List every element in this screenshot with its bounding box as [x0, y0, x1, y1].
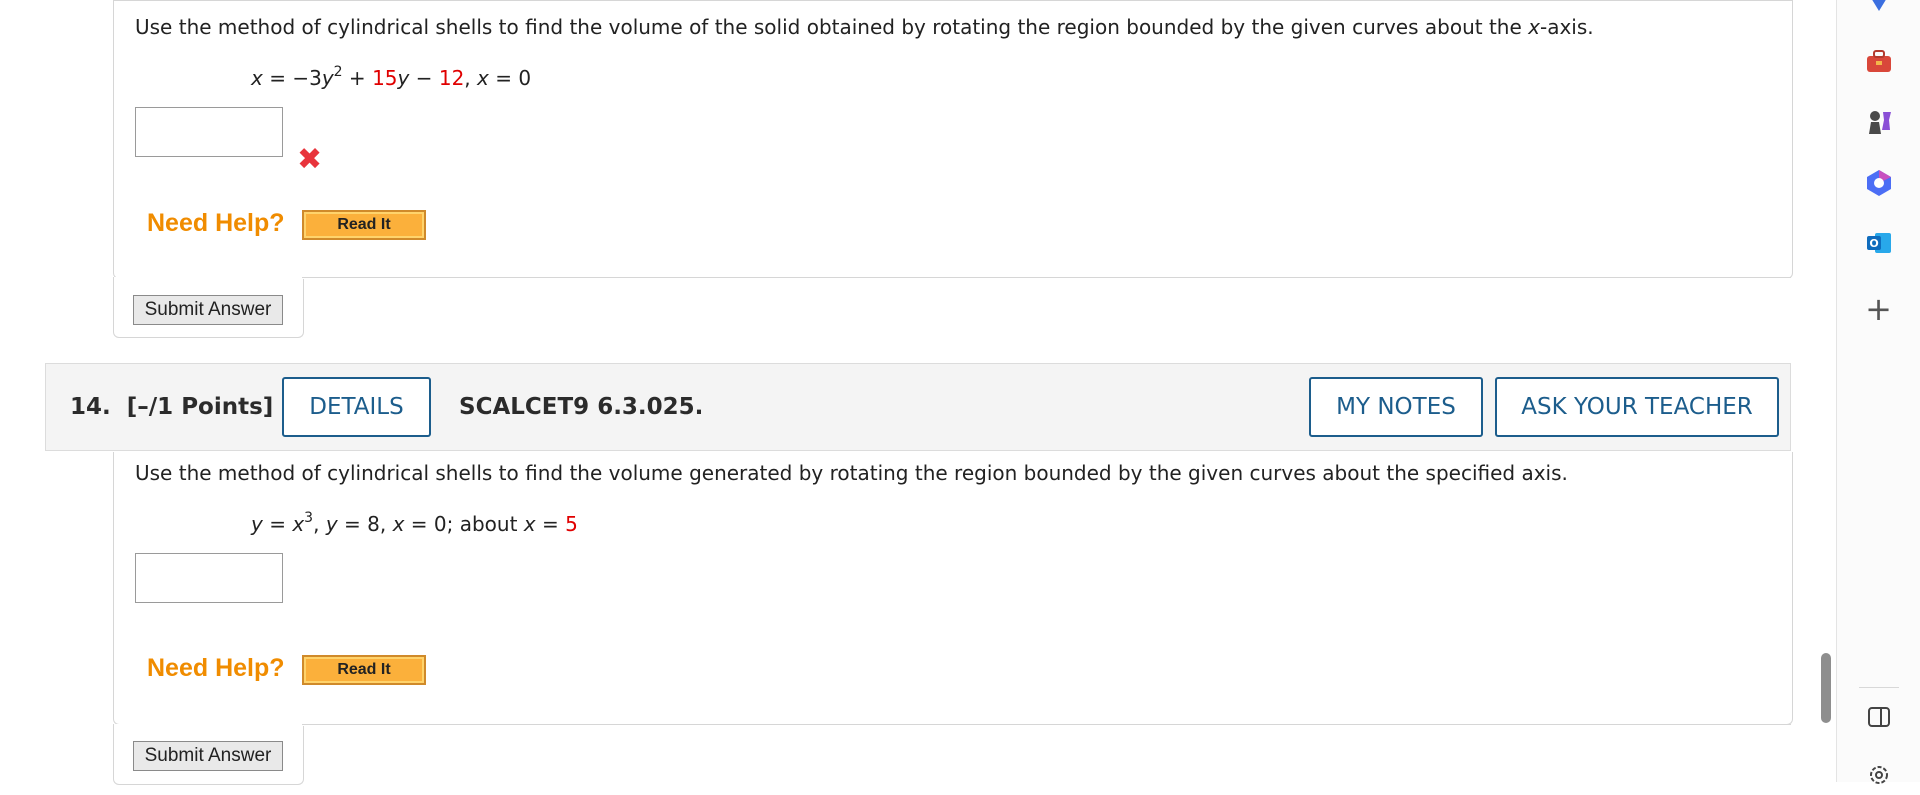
- prompt-text: Use the method of cylindrical shells to …: [135, 15, 1529, 39]
- divider: [302, 724, 1791, 726]
- read-it-button[interactable]: Read It: [302, 210, 426, 240]
- question-points: [–/1 Points]: [126, 394, 274, 420]
- incorrect-icon: ✖: [297, 142, 323, 177]
- coef-param: 15: [372, 66, 398, 90]
- browser-sidebar: O +: [1837, 0, 1920, 784]
- ask-teacher-button[interactable]: ASK YOUR TEACHER: [1495, 377, 1779, 437]
- svg-text:O: O: [1869, 237, 1878, 250]
- need-help-label: Need Help?: [147, 654, 285, 682]
- question-14-prompt: Use the method of cylindrical shells to …: [135, 461, 1568, 485]
- divider: [302, 277, 1791, 279]
- question-reference: SCALCET9 6.3.025.: [459, 394, 704, 420]
- outlook-icon[interactable]: O: [1837, 228, 1920, 265]
- submit-answer-button[interactable]: Submit Answer: [133, 295, 283, 325]
- sidebar-separator: [1859, 687, 1899, 688]
- need-help-label: Need Help?: [147, 209, 285, 237]
- read-it-button[interactable]: Read It: [302, 655, 426, 685]
- plus-icon[interactable]: +: [1837, 293, 1920, 325]
- my-notes-button[interactable]: MY NOTES: [1309, 377, 1483, 437]
- question-number: 14. [–/1 Points]: [70, 394, 274, 420]
- chess-icon[interactable]: [1837, 108, 1920, 143]
- const-param: 12: [438, 66, 465, 90]
- question-13-equation: x = −3y2 + 15y − 12, x = 0: [251, 64, 532, 90]
- question-14-equation: y = x3, y = 8, x = 0; about x = 5: [251, 510, 578, 536]
- diamond-icon[interactable]: [1837, 0, 1920, 20]
- question-13-answer-input[interactable]: [135, 107, 283, 157]
- prompt-axis-var: x: [1528, 15, 1540, 39]
- prompt-text-end: -axis.: [1539, 15, 1594, 39]
- axis-param: 5: [565, 512, 578, 536]
- question-13-prompt: Use the method of cylindrical shells to …: [135, 15, 1594, 39]
- copilot-icon[interactable]: [1837, 168, 1920, 205]
- question-14-header: 14. [–/1 Points] DETAILS SCALCET9 6.3.02…: [45, 363, 1791, 451]
- submit-answer-button[interactable]: Submit Answer: [133, 741, 283, 771]
- sidebar-toggle-icon[interactable]: [1837, 704, 1920, 737]
- question-14-answer-input[interactable]: [135, 553, 283, 603]
- scrollbar-thumb[interactable]: [1821, 653, 1831, 723]
- toolbox-icon[interactable]: [1837, 47, 1920, 82]
- details-button[interactable]: DETAILS: [282, 377, 431, 437]
- settings-icon[interactable]: [1837, 762, 1920, 795]
